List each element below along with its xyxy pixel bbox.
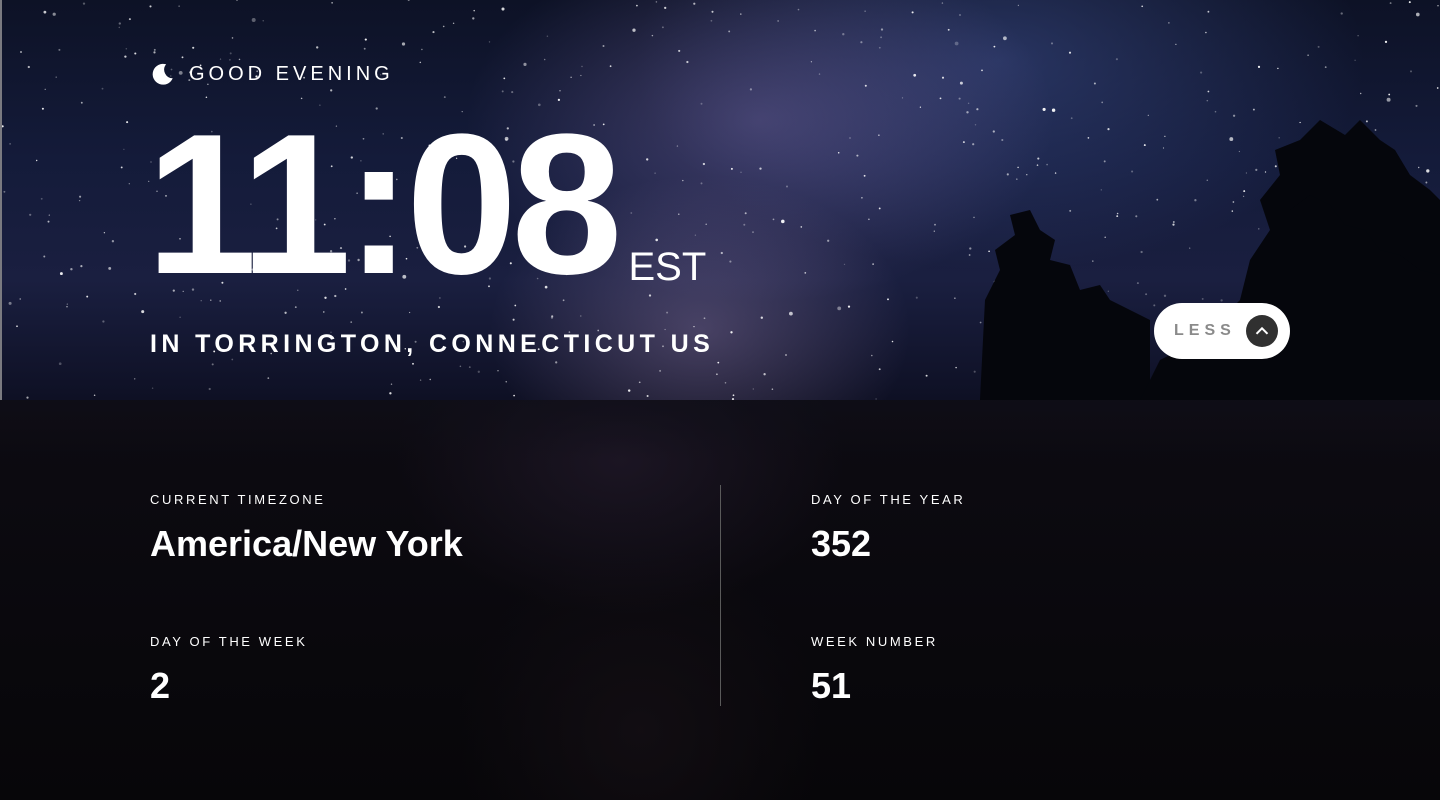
stat-day-of-week: DAY OF THE WEEK 2 [150,634,307,707]
location-text: IN TORRINGTON, CONNECTICUT US [150,330,715,358]
greeting-text: GOOD EVENING [189,63,394,85]
greeting: GOOD EVENING [150,62,394,87]
clock: 11:08 EST [146,105,706,305]
stat-label: CURRENT TIMEZONE [150,492,326,507]
stat-value: 352 [811,523,872,564]
stat-current-timezone: CURRENT TIMEZONE America/New York [150,492,463,565]
stat-day-of-year: DAY OF THE YEAR 352 [811,492,965,565]
current-time: 11:08 [146,93,622,316]
stat-label: DAY OF THE WEEK [150,634,308,649]
stat-value: 51 [811,665,852,706]
stat-label: WEEK NUMBER [811,634,938,649]
details-panel: CURRENT TIMEZONE America/New York DAY OF… [0,400,1440,800]
moon-icon [152,63,173,85]
chevron-up-icon[interactable] [1246,315,1278,347]
stat-value: 2 [150,665,171,706]
timezone-abbreviation: EST [628,245,707,289]
stat-value: America/New York [150,523,463,564]
clock-app: GOOD EVENING 11:08 EST IN TORRINGTON, CO… [0,0,1440,800]
hero-left-edge [0,0,2,400]
column-divider [720,485,721,706]
toggle-button-label: LESS [1174,322,1236,339]
stat-week-number: WEEK NUMBER 51 [811,634,938,707]
stat-label: DAY OF THE YEAR [811,492,966,507]
less-toggle-button[interactable]: LESS [1154,303,1290,359]
hero-section: GOOD EVENING 11:08 EST IN TORRINGTON, CO… [0,0,1440,400]
